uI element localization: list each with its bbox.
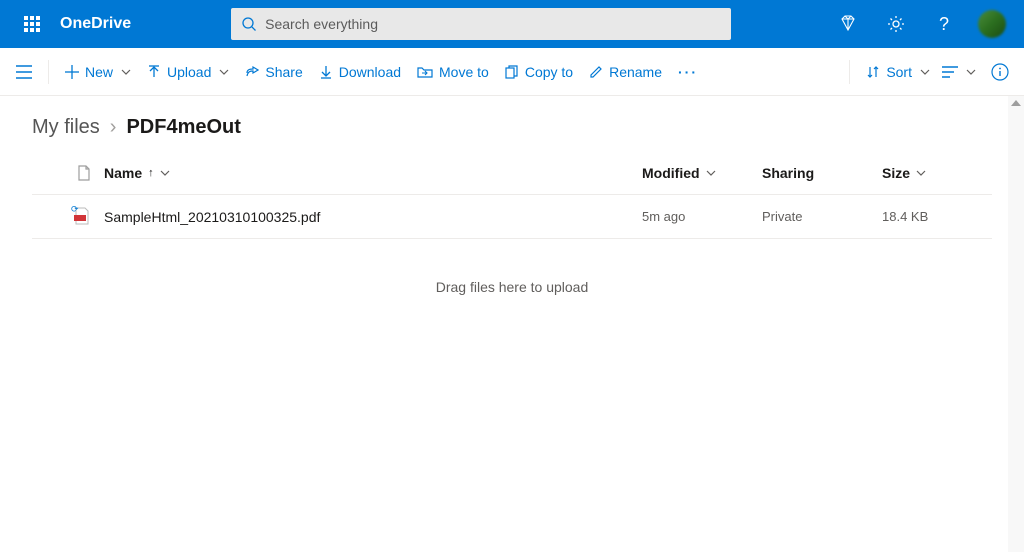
info-icon — [991, 63, 1009, 81]
download-button[interactable]: Download — [311, 56, 409, 88]
column-header-modified[interactable]: Modified — [642, 165, 762, 181]
search-box[interactable] — [231, 8, 731, 40]
breadcrumb-root[interactable]: My files — [32, 116, 100, 139]
sort-ascending-icon: ↑ — [148, 167, 154, 179]
row-size: 18.4 KB — [882, 209, 992, 224]
column-header-modified-label: Modified — [642, 165, 700, 181]
info-button[interactable] — [984, 56, 1016, 88]
waffle-icon — [24, 16, 40, 32]
more-icon: ··· — [678, 64, 698, 80]
chevron-down-icon — [121, 69, 131, 75]
view-list-icon — [942, 66, 958, 78]
command-bar-right: Sort — [841, 56, 1016, 88]
dropzone-hint: Drag files here to upload — [0, 239, 1024, 335]
hamburger-icon — [16, 65, 32, 79]
file-list: Name ↑ Modified Sharing Size ⟳ — [0, 151, 1024, 239]
column-header-size[interactable]: Size — [882, 165, 992, 181]
main-content: My files › PDF4meOut Name ↑ Modified Sha… — [0, 96, 1024, 335]
app-launcher-button[interactable] — [8, 0, 56, 48]
file-size: 18.4 KB — [882, 209, 928, 224]
separator — [48, 60, 49, 84]
chevron-down-icon — [160, 170, 170, 176]
search-icon — [241, 16, 257, 32]
new-button[interactable]: New — [57, 56, 139, 88]
chevron-down-icon — [966, 69, 976, 75]
column-header-row: Name ↑ Modified Sharing Size — [32, 151, 992, 195]
share-icon — [245, 65, 259, 79]
diamond-icon — [839, 15, 857, 33]
app-header: OneDrive ? — [0, 0, 1024, 48]
chevron-down-icon — [920, 69, 930, 75]
column-header-size-label: Size — [882, 165, 910, 181]
moveto-label: Move to — [439, 64, 489, 80]
plus-icon — [65, 65, 79, 79]
copyto-label: Copy to — [525, 64, 573, 80]
row-name[interactable]: SampleHtml_20210310100325.pdf — [104, 209, 642, 225]
chevron-down-icon — [706, 170, 716, 176]
gear-icon — [887, 15, 905, 33]
sync-badge-icon: ⟳ — [71, 204, 79, 215]
column-header-sharing-label: Sharing — [762, 165, 814, 181]
header-right: ? — [824, 0, 1016, 48]
separator — [849, 60, 850, 84]
row-modified: 5m ago — [642, 209, 762, 224]
copyto-icon — [505, 65, 519, 79]
file-sharing: Private — [762, 209, 802, 224]
scrollbar[interactable] — [1008, 96, 1024, 552]
help-button[interactable]: ? — [920, 0, 968, 48]
sort-icon — [866, 65, 880, 79]
copyto-button[interactable]: Copy to — [497, 56, 581, 88]
search-input[interactable] — [265, 16, 721, 32]
scroll-up-icon — [1011, 100, 1021, 106]
file-modified: 5m ago — [642, 209, 685, 224]
more-button[interactable]: ··· — [670, 56, 706, 88]
breadcrumb-current: PDF4meOut — [126, 116, 240, 139]
moveto-icon — [417, 65, 433, 79]
breadcrumb-separator: › — [110, 116, 117, 139]
upload-icon — [147, 65, 161, 79]
chevron-down-icon — [219, 69, 229, 75]
nav-toggle-button[interactable] — [8, 56, 40, 88]
download-label: Download — [339, 64, 401, 80]
sort-label: Sort — [886, 64, 912, 80]
column-header-name[interactable]: Name ↑ — [104, 165, 642, 181]
view-button[interactable] — [938, 56, 980, 88]
share-label: Share — [265, 64, 302, 80]
column-type-icon[interactable] — [64, 165, 104, 181]
table-row[interactable]: ⟳ SampleHtml_20210310100325.pdf 5m ago P… — [32, 195, 992, 239]
sort-button[interactable]: Sort — [858, 56, 938, 88]
row-sharing[interactable]: Private — [762, 209, 882, 224]
download-icon — [319, 65, 333, 79]
avatar[interactable] — [978, 10, 1006, 38]
moveto-button[interactable]: Move to — [409, 56, 497, 88]
command-bar: New Upload Share Download Move to — [0, 48, 1024, 96]
rename-label: Rename — [609, 64, 662, 80]
file-icon — [77, 165, 91, 181]
rename-icon — [589, 65, 603, 79]
premium-button[interactable] — [824, 0, 872, 48]
new-label: New — [85, 64, 113, 80]
breadcrumb: My files › PDF4meOut — [0, 96, 1024, 151]
column-header-name-label: Name — [104, 165, 142, 181]
upload-button[interactable]: Upload — [139, 56, 237, 88]
file-name: SampleHtml_20210310100325.pdf — [104, 209, 320, 225]
upload-label: Upload — [167, 64, 211, 80]
settings-button[interactable] — [872, 0, 920, 48]
brand-name[interactable]: OneDrive — [60, 15, 131, 33]
share-button[interactable]: Share — [237, 56, 310, 88]
column-header-sharing[interactable]: Sharing — [762, 165, 882, 181]
chevron-down-icon — [916, 170, 926, 176]
row-type-icon: ⟳ — [64, 207, 104, 227]
rename-button[interactable]: Rename — [581, 56, 670, 88]
help-icon: ? — [939, 14, 949, 35]
